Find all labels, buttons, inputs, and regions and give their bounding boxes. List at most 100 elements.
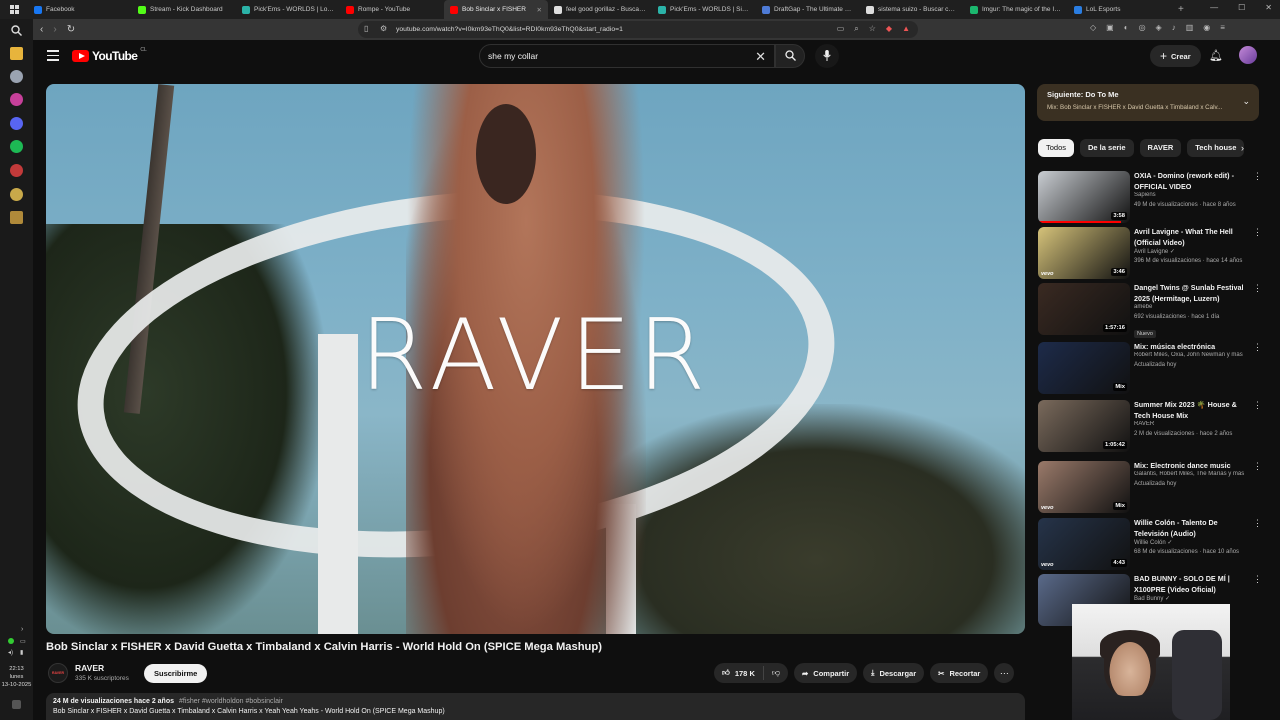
rec-channel[interactable]: Bad Bunny ✓ — [1134, 595, 1254, 602]
close-window-icon[interactable]: ✕ — [1265, 3, 1272, 12]
shield-icon[interactable]: ◆ — [886, 24, 892, 34]
rec-channel[interactable]: RAVER — [1134, 421, 1254, 427]
rec-title[interactable]: OXIA - Domino (rework edit) - OFFICIAL V… — [1134, 171, 1250, 192]
channel-avatar[interactable]: RAVER — [48, 663, 68, 683]
chevron-down-icon[interactable]: ⌄ — [1242, 96, 1250, 107]
browser-tab[interactable]: Stream - Kick Dashboard — [132, 0, 236, 19]
filter-chip[interactable]: De la serie — [1080, 139, 1134, 157]
recommendation-item[interactable]: Mix Mix: música electrónica Robert Miles, … — [1038, 342, 1262, 398]
sidebar-toggle-icon[interactable]: ▥ — [1186, 23, 1194, 32]
league-icon[interactable] — [10, 211, 23, 224]
up-next-panel[interactable]: Siguiente: Do To Me Mix: Bob Sinclar x F… — [1037, 84, 1259, 121]
more-vertical-icon[interactable]: ⋮ — [1253, 342, 1262, 353]
battery-icon[interactable]: ▮ — [20, 649, 23, 656]
rec-channel[interactable]: amebe — [1134, 304, 1254, 310]
rec-channel[interactable]: Avril Lavigne ✓ — [1134, 248, 1254, 255]
browser-tab[interactable]: DraftGap - The Ultimate Leag — [756, 0, 860, 19]
browser-tab[interactable]: Pick'Ems - WORLDS | LoL Esp — [236, 0, 340, 19]
video-thumbnail[interactable]: 3:58 — [1038, 171, 1130, 223]
recommendation-item[interactable]: 3:58 OXIA - Domino (rework edit) - OFFICI… — [1038, 171, 1262, 227]
share-button[interactable]: ➦ Compartir — [793, 663, 858, 683]
minimize-icon[interactable]: — — [1210, 3, 1218, 12]
cast-icon[interactable]: ▭ — [837, 24, 845, 34]
recommendation-item[interactable]: Mix vevo Mix: Electronic dance music Galant… — [1038, 461, 1262, 517]
subscribe-button[interactable]: Suscribirme — [144, 664, 208, 683]
back-icon[interactable]: ‹ — [40, 24, 43, 35]
profile-icon[interactable]: ◉ — [1203, 23, 1210, 32]
more-actions-button[interactable]: ⋯ — [994, 663, 1015, 683]
user-avatar[interactable] — [1239, 46, 1257, 64]
game-launcher-icon[interactable] — [10, 188, 23, 201]
forward-icon[interactable]: › — [53, 24, 56, 35]
display-icon[interactable]: ▭ — [20, 638, 26, 645]
recording-app-icon[interactable] — [10, 164, 23, 177]
video-player[interactable]: RAVER — [46, 84, 1025, 634]
recommendation-item[interactable]: 1:05:42 Summer Mix 2023 🌴 House & Tech Ho… — [1038, 400, 1262, 456]
extension-icon[interactable]: ◇ — [1090, 23, 1096, 32]
close-tab-icon[interactable]: ✕ — [537, 6, 542, 14]
rec-channel[interactable]: Sapiens — [1134, 192, 1254, 198]
video-thumbnail[interactable]: 3:46 vevo — [1038, 227, 1130, 279]
clear-search-icon[interactable]: ✕ — [755, 49, 766, 65]
media-app-icon[interactable] — [10, 93, 23, 106]
recommendation-item[interactable]: 3:46 vevo Avril Lavigne - What The Hell (O… — [1038, 227, 1262, 283]
security-app-icon[interactable] — [10, 70, 23, 83]
more-vertical-icon[interactable]: ⋮ — [1253, 283, 1262, 294]
more-vertical-icon[interactable]: ⋮ — [1253, 171, 1262, 182]
zoom-icon[interactable]: ⌕ — [854, 24, 858, 34]
clip-button[interactable]: ✂ Recortar — [930, 663, 989, 683]
like-button[interactable]: 👍︎ 178 K — [714, 666, 764, 680]
download-button[interactable]: ⤓ Descargar — [863, 663, 925, 683]
spotify-icon[interactable] — [10, 140, 23, 153]
filter-chip[interactable]: Tech house — [1187, 139, 1245, 157]
rec-title[interactable]: Mix: Electronic dance music — [1134, 461, 1250, 472]
url-text[interactable]: youtube.com/watch?v=I0km93eThQ0&list=RDI… — [396, 26, 623, 33]
reload-icon[interactable]: ↻ — [67, 24, 75, 35]
youtube-logo[interactable]: YouTube CL — [72, 47, 147, 63]
star-icon[interactable]: ☆ — [869, 24, 876, 34]
discord-icon[interactable] — [10, 117, 23, 130]
alert-icon[interactable]: ▲ — [902, 24, 910, 34]
video-thumbnail[interactable]: 4:43 vevo — [1038, 518, 1130, 570]
extension-icon[interactable]: ◎ — [1139, 23, 1146, 32]
filter-chip[interactable]: Todos — [1038, 139, 1075, 157]
menu-icon[interactable]: ≡ — [1220, 23, 1225, 32]
more-vertical-icon[interactable]: ⋮ — [1253, 574, 1262, 585]
more-vertical-icon[interactable]: ⋮ — [1253, 400, 1262, 411]
rec-channel[interactable]: Galantis, Robert Miles, The Marías y más — [1134, 471, 1254, 477]
browser-tab[interactable]: Bob Sinclar x FISHER ✕ — [444, 0, 548, 19]
rec-channel[interactable]: Robert Miles, Oxia, John Newman y más — [1134, 352, 1254, 358]
browser-tab[interactable]: feel good gorillaz - Buscar co — [548, 0, 652, 19]
notifications-bell-icon[interactable]: 🔔︎ — [1209, 49, 1223, 62]
browser-tab[interactable]: Rompe - YouTube — [340, 0, 444, 19]
filter-chip[interactable]: RAVER — [1139, 139, 1182, 157]
more-vertical-icon[interactable]: ⋮ — [1253, 227, 1262, 238]
create-button[interactable]: + Crear — [1150, 45, 1201, 67]
rec-title[interactable]: Avril Lavigne - What The Hell (Official … — [1134, 227, 1250, 248]
video-thumbnail[interactable]: Mix — [1038, 342, 1130, 394]
video-thumbnail[interactable]: Mix vevo — [1038, 461, 1130, 513]
site-info-icon[interactable]: ⚙ — [380, 24, 387, 33]
maximize-icon[interactable]: ☐ — [1238, 3, 1245, 12]
new-tab-button[interactable]: + — [1172, 4, 1190, 15]
browser-tab[interactable]: Pick'Ems - WORLDS | Sistem — [652, 0, 756, 19]
search-icon[interactable] — [11, 25, 22, 36]
files-app-icon[interactable] — [10, 47, 23, 60]
extension-icon[interactable]: ▣ — [1106, 23, 1114, 32]
notification-icon[interactable] — [12, 700, 21, 709]
channel-name[interactable]: RAVER — [75, 663, 104, 673]
video-thumbnail[interactable]: 1:57:16 — [1038, 283, 1130, 335]
network-icon[interactable] — [8, 638, 14, 644]
description-box[interactable]: 24 M de visualizaciones hace 2 años #fis… — [46, 693, 1025, 720]
search-button[interactable] — [775, 44, 805, 68]
rec-title[interactable]: BAD BUNNY - SOLO DE MÍ | X100PRE (Video … — [1134, 574, 1250, 595]
more-vertical-icon[interactable]: ⋮ — [1253, 461, 1262, 472]
recommendation-item[interactable]: 1:57:16 Dangel Twins @ Sunlab Festival 20… — [1038, 283, 1262, 339]
dislike-button[interactable]: 👎︎ — [764, 668, 788, 678]
rec-title[interactable]: Summer Mix 2023 🌴 House & Tech House Mix — [1134, 400, 1250, 421]
browser-tab[interactable]: Imgur: The magic of the Inte — [964, 0, 1068, 19]
extension-icon[interactable]: ◈ — [1156, 23, 1162, 32]
extension-icon[interactable]: ♪ — [1172, 23, 1176, 32]
video-thumbnail[interactable]: 1:05:42 — [1038, 400, 1130, 452]
more-vertical-icon[interactable]: ⋮ — [1253, 518, 1262, 529]
